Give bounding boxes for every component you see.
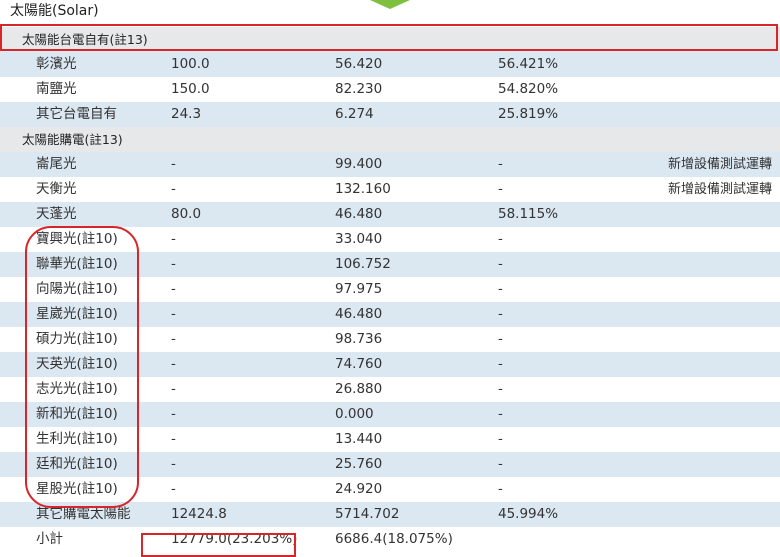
rate-value: 54.820%	[498, 81, 559, 97]
generation-value: 82.230	[335, 81, 383, 97]
table-row: 彰濱光 100.0 56.420 56.421%	[0, 52, 780, 77]
capacity-value: 24.3	[171, 106, 202, 122]
rate-value: 58.115%	[498, 206, 559, 222]
generation-value: 26.880	[335, 381, 383, 397]
rate-value: 45.994%	[498, 506, 559, 522]
table-row: 天蓬光 80.0 46.480 58.115%	[0, 202, 780, 227]
generation-value: 6.274	[335, 106, 374, 122]
generation-value: 5714.702	[335, 506, 400, 522]
capacity-value: 12424.8	[171, 506, 227, 522]
capacity-value: -	[171, 431, 176, 447]
generation-value: 13.440	[335, 431, 383, 447]
section-label: 太陽能購電(註13)	[22, 132, 123, 147]
capacity-value: -	[171, 331, 176, 347]
rate-value: -	[498, 231, 503, 247]
down-arrow-icon	[370, 0, 410, 9]
rate-value: -	[498, 281, 503, 297]
rate-value: -	[498, 256, 503, 272]
plant-name: 彰濱光	[36, 56, 77, 72]
plant-name: 天蓬光	[36, 206, 77, 222]
generation-value: 46.480	[335, 306, 383, 322]
capacity-value: -	[171, 306, 176, 322]
rate-value: -	[498, 356, 503, 372]
subtotal-row: 小計 12779.0(23.203%) 6686.4(18.075%)	[0, 527, 780, 552]
capacity-value: -	[171, 156, 176, 172]
rate-value: -	[498, 331, 503, 347]
highlight-oval-note10	[25, 226, 139, 508]
generation-value: 25.760	[335, 456, 383, 472]
capacity-value: -	[171, 356, 176, 372]
generation-value: 99.400	[335, 156, 383, 172]
generation-value: 98.736	[335, 331, 383, 347]
plant-name: 其它台電自有	[36, 106, 117, 122]
capacity-value: -	[171, 181, 176, 197]
subtotal-generation: 6686.4(18.075%)	[335, 531, 453, 547]
generation-value: 0.000	[335, 406, 374, 422]
plant-name: 南鹽光	[36, 81, 77, 97]
plant-name: 天衡光	[36, 181, 77, 197]
rate-value: 25.819%	[498, 106, 559, 122]
rate-value: -	[498, 481, 503, 497]
plant-name: 崙尾光	[36, 156, 77, 172]
table-row: 南鹽光 150.0 82.230 54.820%	[0, 77, 780, 102]
rate-value: -	[498, 306, 503, 322]
highlight-box-section	[0, 24, 778, 51]
capacity-value: -	[171, 256, 176, 272]
capacity-value: -	[171, 381, 176, 397]
rate-value: 56.421%	[498, 56, 559, 72]
capacity-value: 80.0	[171, 206, 202, 222]
generation-value: 97.975	[335, 281, 383, 297]
section-header-purchase: 太陽能購電(註13)	[0, 127, 780, 152]
generation-value: 74.760	[335, 356, 383, 372]
capacity-value: 100.0	[171, 56, 210, 72]
generation-value: 46.480	[335, 206, 383, 222]
capacity-value: -	[171, 456, 176, 472]
capacity-value: -	[171, 406, 176, 422]
generation-value: 33.040	[335, 231, 383, 247]
capacity-value: -	[171, 231, 176, 247]
rate-value: -	[498, 156, 503, 172]
table-row: 崙尾光 - 99.400 - 新增設備測試運轉	[0, 152, 780, 177]
capacity-value: -	[171, 281, 176, 297]
rate-value: -	[498, 406, 503, 422]
generation-value: 106.752	[335, 256, 391, 272]
highlight-box-subtotal	[141, 533, 296, 557]
rate-value: -	[498, 381, 503, 397]
capacity-value: -	[171, 481, 176, 497]
note-text: 新增設備測試運轉	[667, 157, 772, 172]
generation-value: 132.160	[335, 181, 391, 197]
generation-value: 24.920	[335, 481, 383, 497]
table-row: 其它台電自有 24.3 6.274 25.819%	[0, 102, 780, 127]
generation-value: 56.420	[335, 56, 383, 72]
subtotal-label: 小計	[36, 531, 63, 547]
note-text: 新增設備測試運轉	[667, 182, 772, 197]
rate-value: -	[498, 431, 503, 447]
rate-value: -	[498, 181, 503, 197]
capacity-value: 150.0	[171, 81, 210, 97]
table-row: 天衡光 - 132.160 - 新增設備測試運轉	[0, 177, 780, 202]
rate-value: -	[498, 456, 503, 472]
